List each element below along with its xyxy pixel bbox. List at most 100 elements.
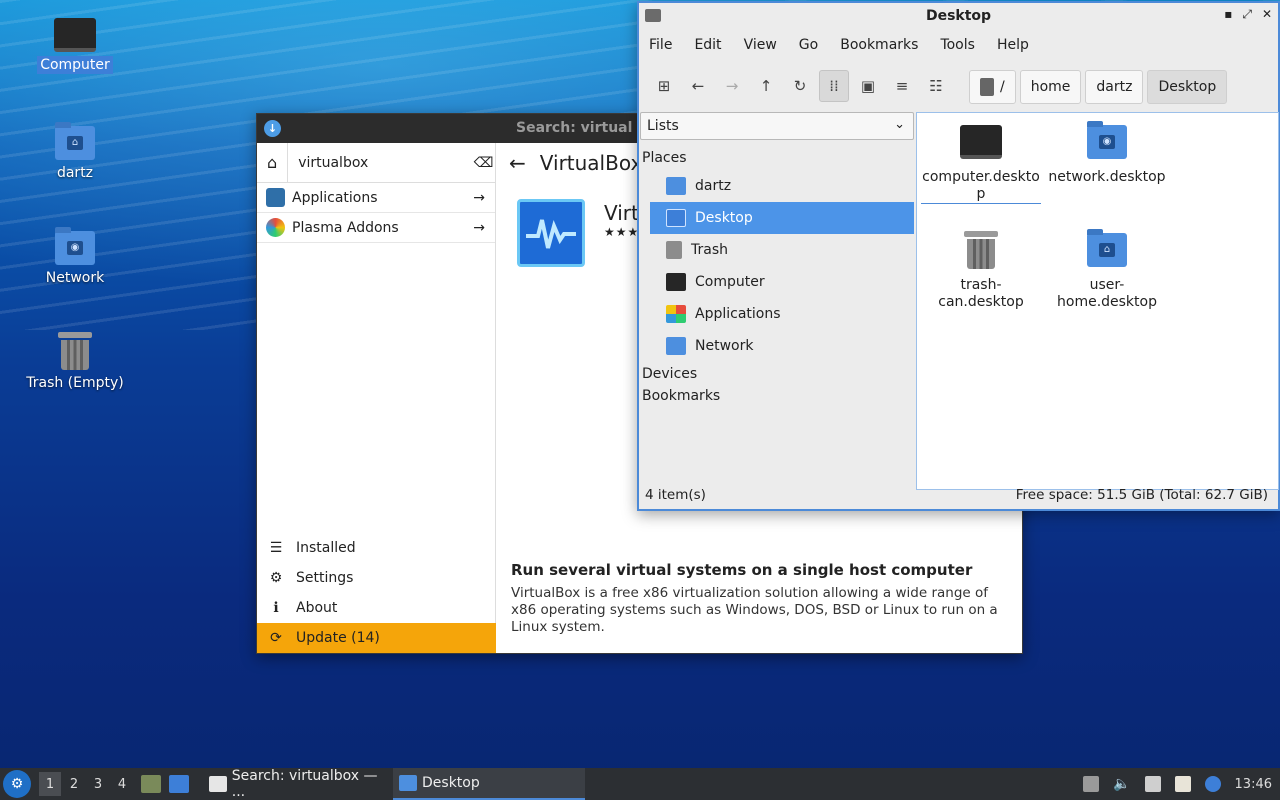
- window-title: Search: virtual: [516, 120, 633, 136]
- backspace-icon: ⌫: [473, 154, 494, 171]
- menu-go[interactable]: Go: [799, 37, 818, 53]
- desktop-icon-network[interactable]: ◉ Network: [20, 227, 130, 287]
- up-icon[interactable]: ↑: [751, 70, 781, 102]
- clear-search-button[interactable]: ⌫: [472, 143, 495, 182]
- category-applications[interactable]: Applications →: [257, 183, 495, 213]
- app-name: Virt: [604, 201, 639, 225]
- nav-label: Installed: [296, 540, 356, 556]
- show-desktop-icon[interactable]: [169, 775, 189, 793]
- task-desktop[interactable]: Desktop: [393, 768, 585, 800]
- workspace-1[interactable]: 1: [39, 772, 61, 796]
- menubar: File Edit View Go Bookmarks Tools Help: [639, 30, 1278, 60]
- update-notifier-icon[interactable]: [1204, 776, 1221, 792]
- trash-icon: [666, 241, 682, 259]
- applications-icon: [666, 305, 686, 323]
- place-desktop[interactable]: Desktop: [650, 202, 914, 234]
- tray-up-icon[interactable]: [1083, 776, 1100, 792]
- file-item[interactable]: computer.deskto p: [921, 119, 1041, 204]
- search-row: ⌂ ⌫: [257, 143, 495, 183]
- back-arrow-icon[interactable]: ←: [509, 151, 526, 175]
- desktop-icon-trash[interactable]: Trash (Empty): [20, 332, 130, 392]
- place-applications[interactable]: Applications: [650, 298, 914, 330]
- nav-update[interactable]: ⟳ Update (14): [257, 623, 496, 653]
- close-icon[interactable]: ✕: [1262, 7, 1272, 22]
- maximize-icon[interactable]: ⤢: [1242, 7, 1252, 22]
- plasma-icon: [266, 218, 285, 237]
- category-label: Applications: [292, 189, 378, 206]
- network-icon[interactable]: [1144, 776, 1161, 792]
- place-dartz[interactable]: dartz: [650, 170, 914, 202]
- place-trash[interactable]: Trash: [650, 234, 914, 266]
- file-manager-window: Desktop ▪ ⤢ ✕ File Edit View Go Bookmark…: [637, 1, 1280, 511]
- folder-task-icon: [399, 775, 417, 791]
- minimize-icon[interactable]: ▪: [1224, 7, 1232, 22]
- file-label: trash- can.desktop: [938, 277, 1024, 310]
- icon-view-icon[interactable]: ⁞⁞: [819, 70, 849, 102]
- file-item[interactable]: ⌂ user- home.desktop: [1047, 227, 1167, 311]
- file-item[interactable]: trash- can.desktop: [921, 227, 1041, 311]
- workspace-2[interactable]: 2: [63, 772, 85, 796]
- chevron-down-icon: ⌄: [894, 117, 905, 132]
- desktop-icon-label: Network: [45, 270, 105, 286]
- desktop-icon-computer[interactable]: Computer: [20, 18, 130, 74]
- home-icon: ⌂: [267, 153, 278, 172]
- workspace-3[interactable]: 3: [87, 772, 109, 796]
- app-summary: Run several virtual systems on a single …: [511, 561, 973, 579]
- clock[interactable]: 13:46: [1235, 777, 1272, 792]
- category-plasma-addons[interactable]: Plasma Addons →: [257, 213, 495, 243]
- place-computer[interactable]: Computer: [650, 266, 914, 298]
- home-button[interactable]: ⌂: [257, 143, 289, 182]
- search-input[interactable]: [288, 143, 473, 182]
- detailed-list-icon[interactable]: ☷: [921, 70, 951, 102]
- section-devices[interactable]: Devices: [640, 366, 914, 386]
- menu-tools[interactable]: Tools: [940, 37, 975, 53]
- path-dartz[interactable]: dartz: [1085, 70, 1144, 104]
- section-places[interactable]: Places: [640, 150, 914, 170]
- thumbnail-view-icon[interactable]: ▣: [853, 70, 883, 102]
- reload-icon[interactable]: ↻: [785, 70, 815, 102]
- menu-edit[interactable]: Edit: [694, 37, 721, 53]
- place-network[interactable]: Network: [650, 330, 914, 362]
- download-icon: ↓: [264, 120, 281, 137]
- clipboard-icon[interactable]: [1174, 776, 1191, 792]
- desktop-icon: [666, 209, 686, 227]
- path-home[interactable]: home: [1019, 70, 1082, 104]
- menu-bookmarks[interactable]: Bookmarks: [840, 37, 918, 53]
- computer-icon: [666, 273, 686, 291]
- desktop-icon-dartz[interactable]: ⌂ dartz: [20, 122, 130, 182]
- file-manager-launcher-icon[interactable]: [141, 775, 161, 793]
- path-label: /: [1000, 79, 1005, 95]
- path-desktop[interactable]: Desktop: [1147, 70, 1228, 104]
- workspace-4[interactable]: 4: [111, 772, 133, 796]
- app-header-title: VirtualBox: [539, 151, 643, 175]
- new-tab-icon[interactable]: ⊞: [649, 70, 679, 102]
- system-tray: 🔈 13:46: [1083, 768, 1280, 800]
- compact-view-icon[interactable]: ≡: [887, 70, 917, 102]
- nav-installed[interactable]: ☰ Installed: [257, 533, 496, 563]
- start-menu-button[interactable]: ⚙: [3, 770, 31, 798]
- nav-label: About: [296, 600, 338, 616]
- desktop-icon-label: Trash (Empty): [26, 375, 124, 391]
- nav-about[interactable]: ℹ About: [257, 593, 496, 623]
- menu-view[interactable]: View: [744, 37, 777, 53]
- task-discover[interactable]: Search: virtualbox — ...: [203, 768, 393, 800]
- place-label: Network: [695, 338, 754, 354]
- nav-settings[interactable]: ⚙ Settings: [257, 563, 496, 593]
- menu-help[interactable]: Help: [997, 37, 1029, 53]
- path-root[interactable]: /: [969, 70, 1016, 104]
- file-item[interactable]: ◉ network.desktop: [1047, 119, 1167, 186]
- side-pane-mode-select[interactable]: Lists ⌄: [640, 112, 914, 140]
- lubuntu-logo-icon: ⚙: [10, 776, 24, 792]
- network-folder-icon: [666, 337, 686, 355]
- volume-icon[interactable]: 🔈: [1113, 776, 1130, 792]
- back-icon[interactable]: ←: [683, 70, 713, 102]
- fm-titlebar[interactable]: Desktop ▪ ⤢ ✕: [639, 3, 1278, 30]
- arrow-right-icon: →: [473, 219, 485, 236]
- menu-file[interactable]: File: [649, 37, 672, 53]
- item-count: 4 item(s): [645, 487, 706, 503]
- desktop-icon-label: dartz: [56, 165, 94, 181]
- place-label: Desktop: [695, 210, 753, 226]
- gear-icon: ⚙: [269, 570, 283, 586]
- section-bookmarks[interactable]: Bookmarks: [640, 388, 914, 408]
- forward-icon[interactable]: →: [717, 70, 747, 102]
